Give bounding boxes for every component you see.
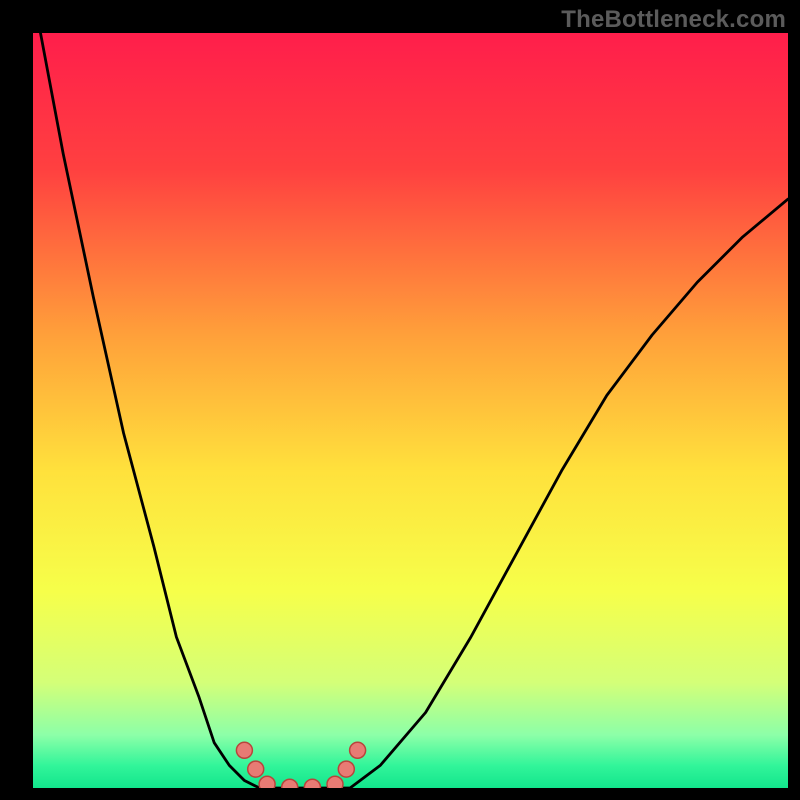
- chart-svg: [33, 33, 788, 788]
- curve-marker: [282, 779, 298, 788]
- curve-marker: [338, 761, 354, 777]
- outer-frame: TheBottleneck.com: [0, 0, 800, 800]
- watermark-text: TheBottleneck.com: [561, 6, 786, 34]
- curve-marker: [327, 776, 343, 788]
- curve-marker: [236, 742, 252, 758]
- curve-marker: [259, 776, 275, 788]
- curve-marker: [350, 742, 366, 758]
- curve-marker: [248, 761, 264, 777]
- bottleneck-curve: [41, 33, 789, 788]
- valley-markers: [236, 742, 365, 788]
- curve-marker: [304, 779, 320, 788]
- plot-area: [33, 33, 788, 788]
